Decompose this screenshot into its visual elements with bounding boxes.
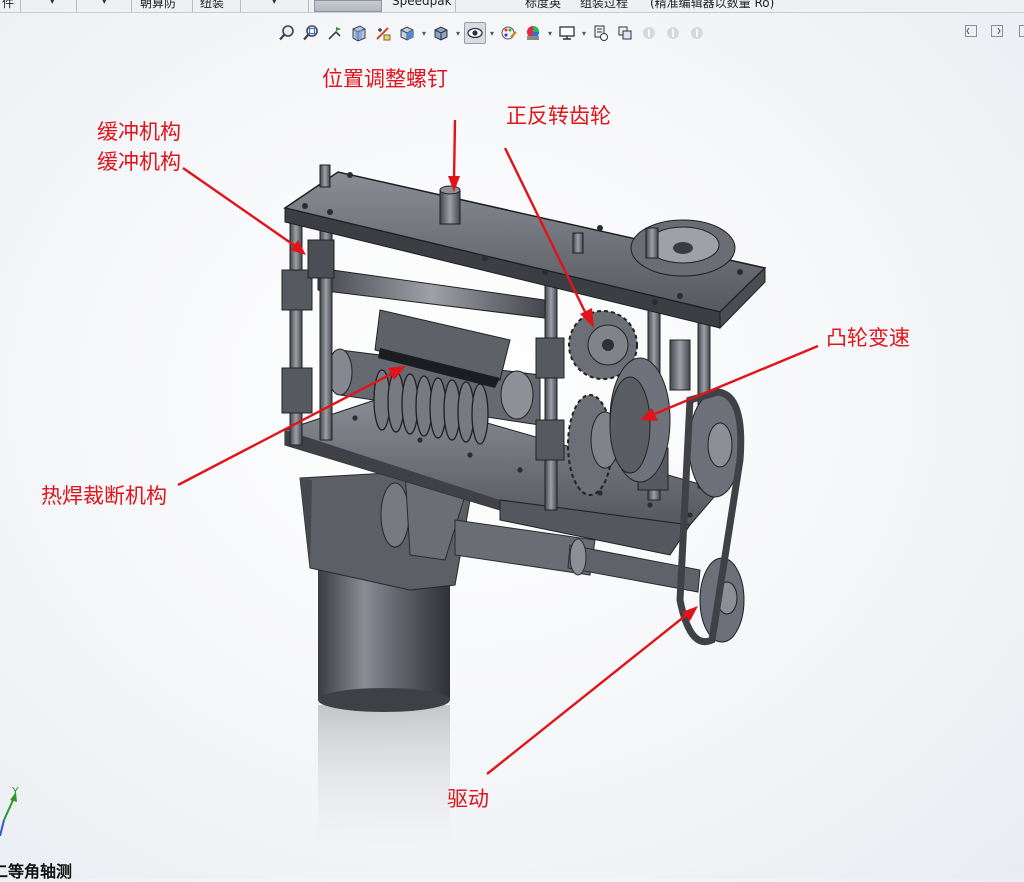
- reference-triad: Y: [0, 780, 40, 850]
- label-drive: 驱动: [447, 784, 489, 815]
- label-buffer-mechanism: 缓冲机构: [97, 117, 181, 148]
- label-cam-speed: 凸轮变速: [826, 323, 910, 354]
- label-buffer-mechanism-duplicate: 缓冲机构: [97, 147, 181, 178]
- triad-y-label: Y: [11, 785, 19, 798]
- label-heat-cutting: 热焊裁断机构: [41, 481, 167, 512]
- label-reversing-gear: 正反转齿轮: [506, 101, 611, 132]
- motor-reflection: [318, 705, 450, 875]
- label-position-screw: 位置调整螺钉: [322, 64, 448, 95]
- drive-motor: [300, 470, 470, 712]
- view-orientation-name: 二等角轴测: [0, 858, 72, 882]
